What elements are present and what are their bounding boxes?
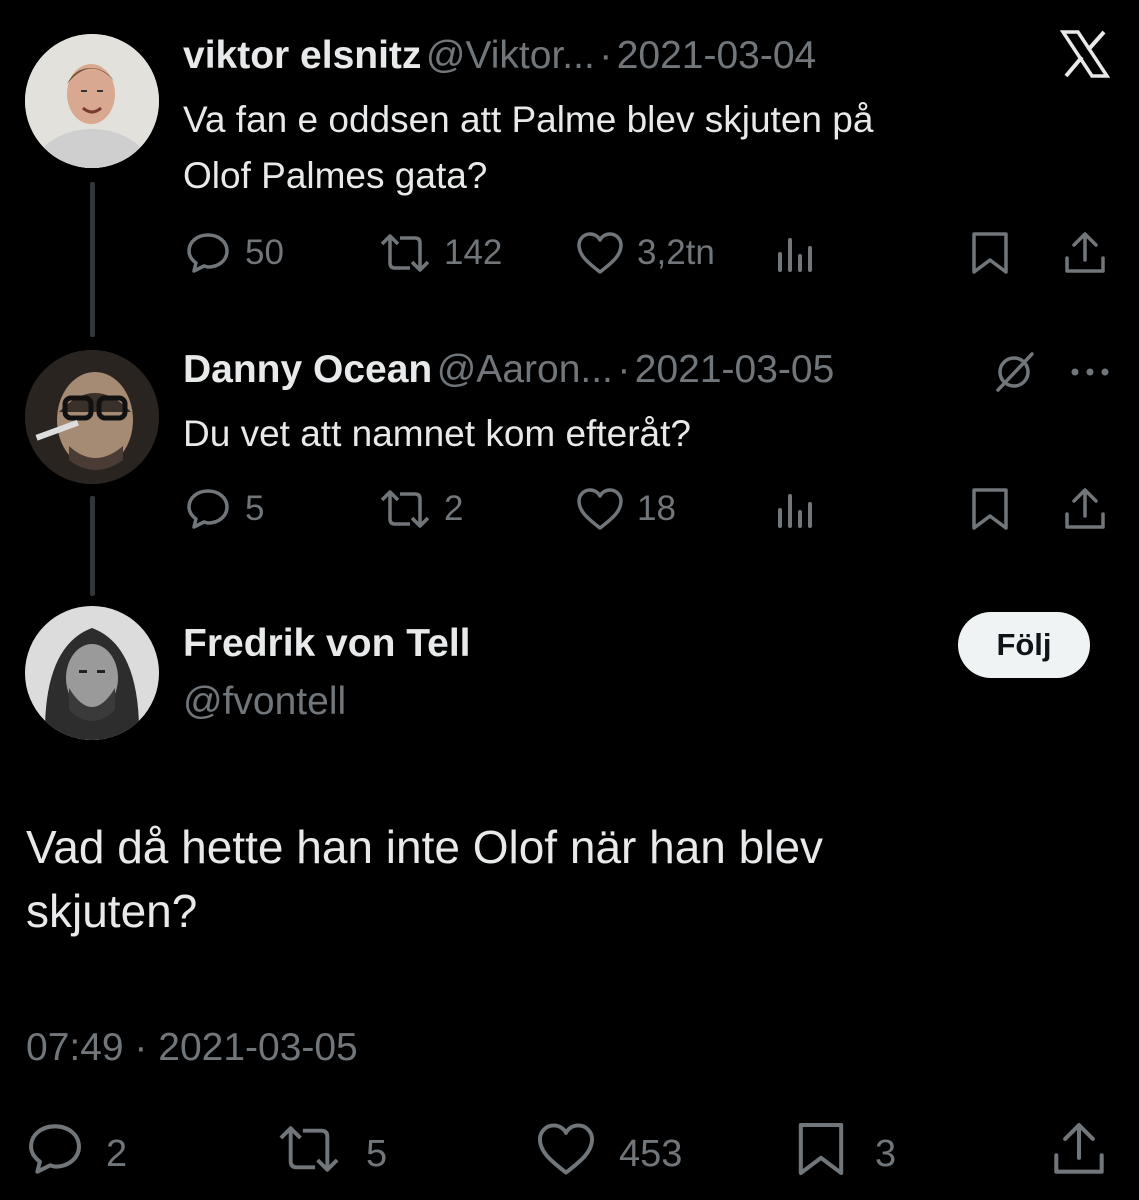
avatar[interactable] [25, 34, 159, 168]
bookmark-icon [793, 1120, 849, 1188]
tweet-text-line: Du vet att namnet kom efteråt? [183, 413, 691, 454]
share-button[interactable] [1062, 230, 1108, 276]
retweet-icon [276, 1120, 342, 1188]
reply-icon [185, 230, 231, 276]
tweet-text: Va fan e oddsen att Palme blev skjuten p… [183, 92, 1083, 204]
views-button[interactable] [774, 232, 818, 276]
retweet-button[interactable]: 142 [378, 230, 502, 276]
tweet-text-line: Olof Palmes gata? [183, 155, 488, 196]
display-name[interactable]: viktor elsnitz [183, 34, 421, 77]
reply-button[interactable]: 5 [185, 486, 264, 532]
bookmark-button[interactable] [968, 486, 1012, 532]
like-button[interactable]: 453 [535, 1120, 682, 1188]
reply-icon [185, 486, 231, 532]
tweet-text: Vad då hette han inte Olof när han blev … [26, 815, 1106, 943]
separator-dot: · [599, 34, 613, 77]
reply-button[interactable]: 2 [26, 1120, 127, 1188]
display-name[interactable]: Fredrik von Tell [183, 622, 471, 666]
thread-connector [90, 182, 95, 337]
bookmark-icon [968, 486, 1012, 532]
retweet-count: 2 [444, 489, 464, 528]
user-handle[interactable]: @fvontell [183, 680, 346, 724]
reply-count: 2 [106, 1132, 128, 1175]
retweet-icon [378, 486, 432, 532]
avatar[interactable] [25, 606, 159, 740]
views-button[interactable] [774, 488, 818, 532]
tweet-text: Du vet att namnet kom efteråt? [183, 406, 1083, 462]
reply-icon [26, 1120, 84, 1188]
grok-icon[interactable] [992, 350, 1036, 394]
like-icon [575, 230, 625, 276]
bookmark-count: 3 [875, 1132, 897, 1175]
avatar[interactable] [25, 350, 159, 484]
more-icon[interactable] [1068, 360, 1112, 384]
display-name[interactable]: Danny Ocean [183, 348, 432, 391]
share-icon [1062, 230, 1108, 276]
tweet-timestamp[interactable]: 07:49 · 2021-03-05 [26, 1026, 358, 1070]
tweet-header: viktor elsnitz @Viktor... · 2021-03-04 [183, 34, 816, 78]
retweet-button[interactable]: 5 [276, 1120, 387, 1188]
tweet-text-line: skjuten? [26, 885, 198, 937]
reply-button[interactable]: 50 [185, 230, 284, 276]
like-icon [535, 1120, 597, 1188]
separator-dot: · [617, 348, 631, 391]
like-count: 3,2tn [637, 233, 715, 272]
thread-connector [90, 496, 95, 596]
tweet-text-line: Va fan e oddsen att Palme blev skjuten p… [183, 99, 874, 140]
tweet-date[interactable]: 2021-03-04 [617, 34, 817, 77]
reply-count: 5 [245, 489, 265, 528]
x-logo-icon[interactable] [1059, 30, 1111, 78]
views-icon [774, 488, 818, 532]
bookmark-button[interactable] [968, 230, 1012, 276]
user-handle[interactable]: @Viktor... [426, 34, 595, 77]
retweet-icon [378, 230, 432, 276]
like-icon [575, 486, 625, 532]
user-handle[interactable]: @Aaron... [437, 348, 613, 391]
tweet-header: Danny Ocean @Aaron... · 2021-03-05 [183, 348, 834, 392]
retweet-count: 5 [366, 1132, 388, 1175]
reply-count: 50 [245, 233, 284, 272]
tweet-text-line: Vad då hette han inte Olof när han blev [26, 821, 824, 873]
like-count: 18 [637, 489, 676, 528]
bookmark-button[interactable]: 3 [793, 1120, 896, 1188]
like-button[interactable]: 18 [575, 486, 676, 532]
like-count: 453 [619, 1132, 683, 1175]
share-icon [1050, 1120, 1108, 1188]
bookmark-icon [968, 230, 1012, 276]
tweet-date[interactable]: 2021-03-05 [635, 348, 835, 391]
share-button[interactable] [1050, 1120, 1108, 1188]
retweet-count: 142 [444, 233, 503, 272]
like-button[interactable]: 3,2tn [575, 230, 715, 276]
follow-button[interactable]: Följ [958, 612, 1090, 678]
retweet-button[interactable]: 2 [378, 486, 463, 532]
views-icon [774, 232, 818, 276]
share-icon [1062, 486, 1108, 532]
share-button[interactable] [1062, 486, 1108, 532]
